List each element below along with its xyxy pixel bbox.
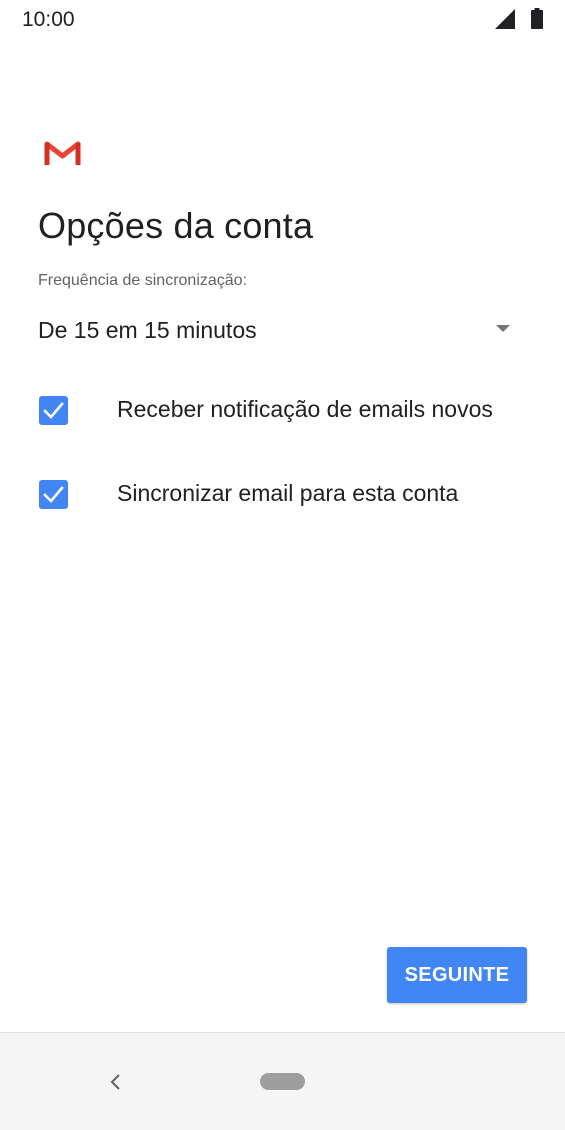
dropdown-arrow-icon [496,325,510,332]
home-pill[interactable] [260,1073,305,1090]
battery-icon [531,8,543,29]
status-time: 10:00 [22,8,75,31]
screen: 10:00 Opções da conta Frequência de sinc… [0,0,565,1130]
next-button[interactable]: SEGUINTE [387,947,527,1003]
sync-frequency-label: Frequência de sincronização: [38,272,248,289]
page-title: Opções da conta [38,205,314,246]
sync-email-label: Sincronizar email para esta conta [117,480,459,506]
navigation-bar [0,1032,565,1130]
sync-email-option[interactable]: Sincronizar email para esta conta [38,470,538,518]
signal-icon [495,9,515,29]
sync-frequency-dropdown[interactable]: De 15 em 15 minutos [38,308,520,352]
notify-new-emails-checkbox[interactable] [39,396,68,425]
gmail-logo [44,141,81,165]
notify-new-emails-option[interactable]: Receber notificação de emails novos [38,386,538,434]
sync-email-checkbox[interactable] [39,480,68,509]
checkmark-icon [43,402,64,419]
notify-new-emails-label: Receber notificação de emails novos [117,396,493,422]
status-bar: 10:00 [0,0,565,42]
back-icon[interactable] [108,1071,122,1093]
sync-frequency-value: De 15 em 15 minutos [38,317,257,343]
checkmark-icon [43,486,64,503]
